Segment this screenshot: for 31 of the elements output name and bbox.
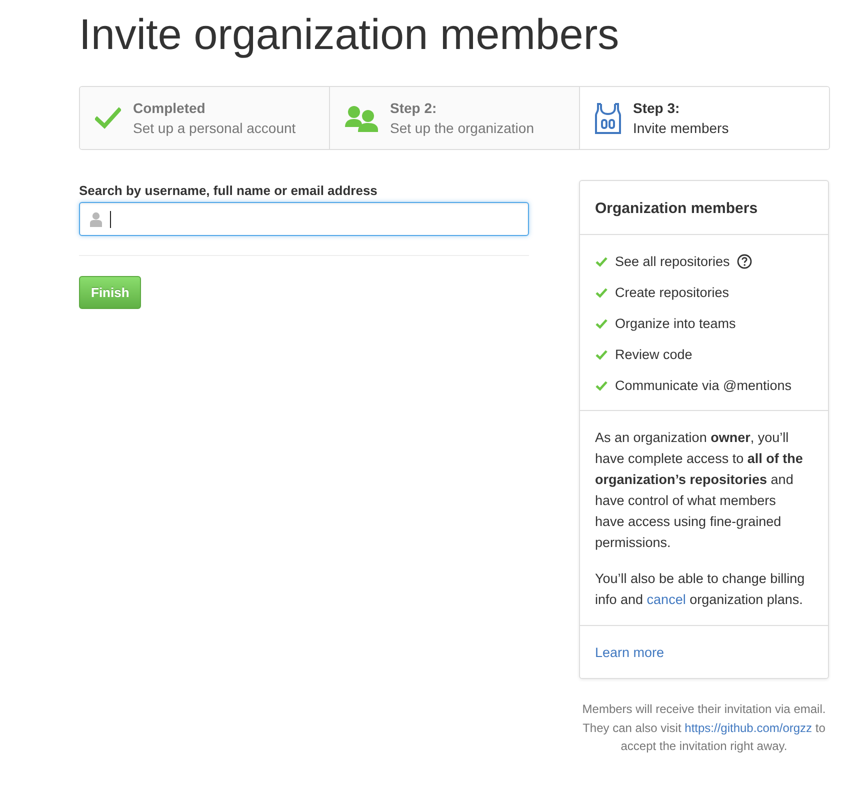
check-icon [595,349,608,360]
permission-label: Communicate via @mentions [615,378,792,393]
permission-label: Organize into teams [615,316,736,331]
permission-label: Create repositories [615,285,730,300]
owner-description: As an organization owner, you’ll have complete access to all of the organization’s repositories and have control of what members have access using fine-grained permissions. [595,429,804,552]
search-field[interactable] [79,202,529,236]
panel-title: Organization members [580,181,828,235]
jersey-icon [595,102,621,134]
step-title: Step 2: [390,100,438,116]
invitation-note: Members will receive their invitation via email. They can also visit https://github.com/orgzz to accept the invitation right away. [581,701,827,755]
help-icon[interactable] [736,254,752,269]
check-icon [95,107,121,129]
check-icon [595,256,608,267]
person-icon [90,212,102,226]
check-icon [595,318,608,329]
people-icon [345,104,378,132]
learn-more-link[interactable]: Learn more [595,645,664,660]
step-description: Invite members [633,120,729,136]
billing-description: You’ll also be able to change billing info and cancel organization plans. [595,570,806,609]
page-title: Invite organization members [79,10,620,61]
check-icon [595,380,608,391]
check-icon [595,287,608,298]
permission-label: Review code [615,347,692,362]
step-description: Set up the organization [390,120,534,136]
permission-label: See all repositories [615,254,730,269]
search-label: Search by username, full name or email address [79,183,378,198]
cancel-link[interactable]: cancel [646,592,686,607]
step-title: Completed [133,100,206,116]
step-title: Step 3: [633,100,681,116]
step-description: Set up a personal account [133,120,296,136]
organization-url-link[interactable]: https://github.com/orgzz [684,720,812,734]
